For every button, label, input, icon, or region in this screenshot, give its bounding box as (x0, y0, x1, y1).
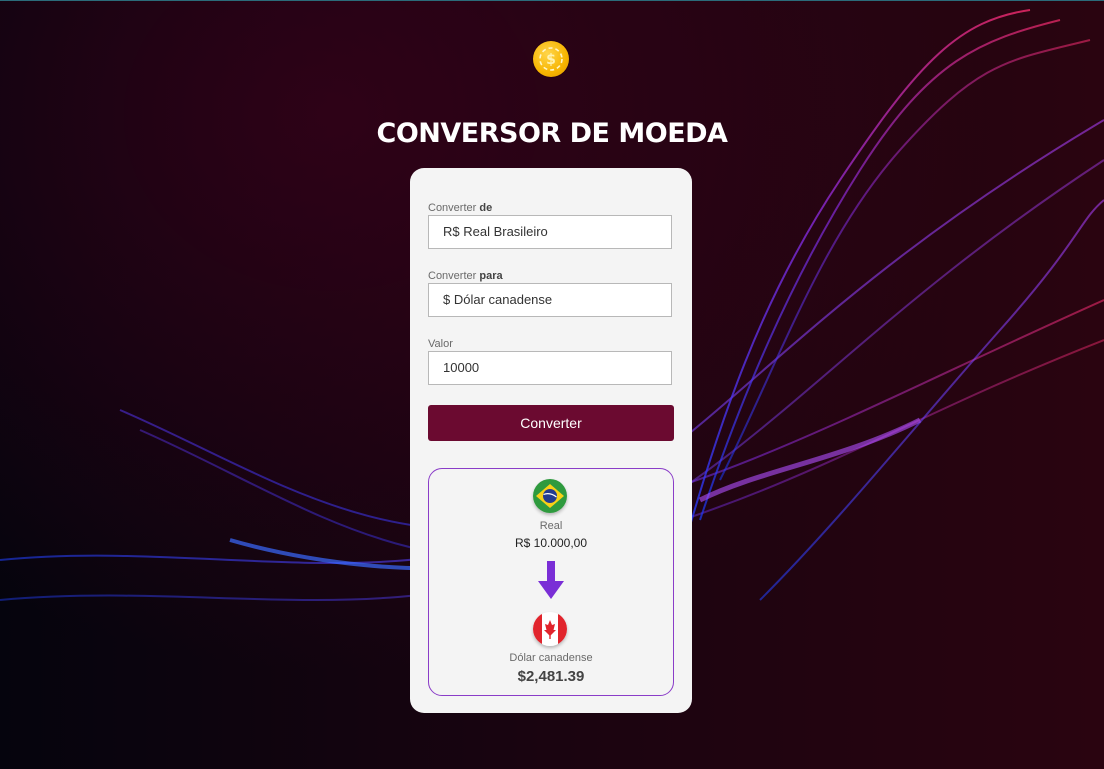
converter-card: Converter de R$ Real Brasileiro Converte… (410, 168, 692, 713)
from-label-bold: de (479, 202, 493, 214)
top-border (0, 0, 1104, 1)
to-label: Converter para (428, 270, 503, 282)
svg-text:$: $ (546, 52, 556, 68)
amount-input[interactable]: 10000 (428, 351, 672, 385)
from-label-prefix: Converter (428, 202, 480, 214)
to-label-prefix: Converter (428, 270, 480, 282)
dollar-coin-icon: $ (533, 41, 569, 77)
canada-flag-icon (533, 612, 567, 646)
page-title: CONVERSOR DE MOEDA (376, 118, 728, 149)
from-currency-select[interactable]: R$ Real Brasileiro (428, 215, 672, 249)
from-label: Converter de (428, 202, 492, 214)
to-currency-name: Dólar canadense (509, 652, 593, 664)
to-currency-select[interactable]: $ Dólar canadense (428, 283, 672, 317)
from-currency-value: R$ 10.000,00 (514, 536, 588, 550)
convert-button[interactable]: Converter (428, 405, 674, 441)
arrow-down-icon (538, 561, 564, 599)
to-label-bold: para (479, 270, 503, 282)
result-panel: Real R$ 10.000,00 Dólar canadense $2,481… (428, 468, 674, 696)
to-currency-value: $2,481.39 (517, 668, 585, 685)
from-currency-name: Real (539, 520, 563, 532)
amount-label: Valor (428, 338, 453, 350)
brazil-flag-icon (533, 479, 567, 513)
